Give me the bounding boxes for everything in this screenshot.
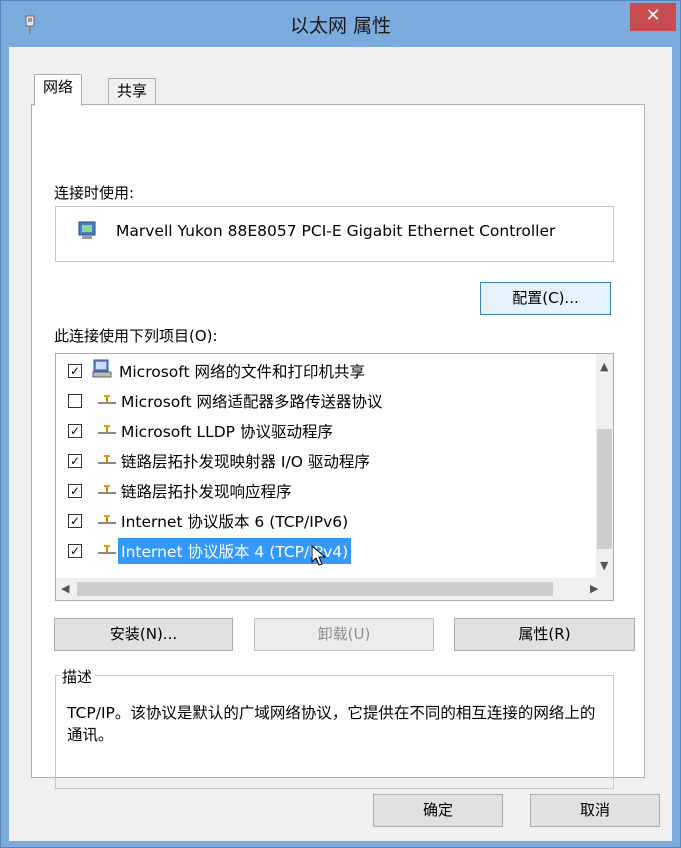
- item-checkbox[interactable]: ✓: [68, 484, 82, 498]
- scroll-right-icon[interactable]: ▶: [590, 582, 598, 595]
- adapter-field: Marvell Yukon 88E8057 PCI-E Gigabit Ethe…: [55, 206, 614, 262]
- install-button[interactable]: 安装(N)...: [54, 618, 233, 651]
- protocol-icon: [98, 425, 116, 434]
- connect-using-label: 连接时使用:: [54, 184, 135, 202]
- title-bar[interactable]: 以太网 属性 ✕: [1, 1, 680, 47]
- item-checkbox[interactable]: ✓: [68, 364, 82, 378]
- protocol-icon: [98, 485, 116, 494]
- description-title: 描述: [60, 666, 95, 687]
- close-icon: ✕: [645, 5, 661, 26]
- tab-sharing-label: 共享: [117, 82, 148, 100]
- description-text: TCP/IP。该协议是默认的广域网络协议，它提供在不同的相互连接的网络上的通讯。: [67, 704, 596, 744]
- protocol-icon: [98, 395, 116, 404]
- items-list[interactable]: ✓ Microsoft 网络的文件和打印机共享 Microsoft 网络适配器多…: [55, 353, 614, 601]
- properties-window: 以太网 属性 ✕ 网络 共享 连接时使用: Marvell Yukon 88E8…: [0, 0, 681, 848]
- list-item[interactable]: ✓ 链路层拓扑发现映射器 I/O 驱动程序: [56, 445, 576, 474]
- protocol-icon: [98, 545, 116, 554]
- horizontal-scrollbar[interactable]: ◀ ▶: [56, 578, 613, 600]
- adapter-name: Marvell Yukon 88E8057 PCI-E Gigabit Ethe…: [116, 222, 556, 240]
- scroll-up-icon[interactable]: ▲: [600, 360, 608, 373]
- item-label: 链路层拓扑发现映射器 I/O 驱动程序: [121, 453, 370, 471]
- dialog-client-area: 网络 共享 连接时使用: Marvell Yukon 88E8057 PCI-E…: [9, 47, 672, 841]
- mouse-cursor-icon: [311, 545, 327, 566]
- item-label: Microsoft 网络的文件和打印机共享: [119, 363, 365, 381]
- tab-panel-network: 连接时使用: Marvell Yukon 88E8057 PCI-E Gigab…: [31, 104, 645, 789]
- protocol-icon: [98, 455, 116, 464]
- items-label: 此连接使用下列项目(O):: [54, 327, 218, 345]
- list-item[interactable]: ✓ Internet 协议版本 4 (TCP/IPv4): [56, 535, 576, 566]
- tab-network[interactable]: 网络: [34, 74, 83, 106]
- horizontal-scroll-thumb[interactable]: [77, 582, 553, 596]
- network-card-icon: [78, 221, 96, 239]
- properties-button[interactable]: 属性(R): [454, 618, 635, 651]
- description-group: TCP/IP。该协议是默认的广域网络协议，它提供在不同的相互连接的网络上的通讯。: [55, 675, 614, 789]
- item-checkbox[interactable]: [68, 394, 82, 408]
- item-checkbox[interactable]: ✓: [68, 514, 82, 528]
- item-label: Microsoft 网络适配器多路传送器协议: [121, 393, 383, 411]
- tab-sharing[interactable]: 共享: [108, 78, 157, 105]
- scroll-down-icon[interactable]: ▼: [600, 559, 608, 572]
- item-label: Microsoft LLDP 协议驱动程序: [121, 423, 333, 441]
- item-checkbox[interactable]: ✓: [68, 454, 82, 468]
- item-label: Internet 协议版本 6 (TCP/IPv6): [121, 513, 349, 531]
- list-item[interactable]: ✓ Internet 协议版本 6 (TCP/IPv6): [56, 505, 576, 534]
- protocol-icon: [98, 515, 116, 524]
- list-item[interactable]: Microsoft 网络适配器多路传送器协议: [56, 385, 576, 414]
- vertical-scroll-thumb[interactable]: [597, 429, 612, 549]
- uninstall-button[interactable]: 卸载(U): [254, 618, 434, 651]
- vertical-scrollbar[interactable]: ▲ ▼: [596, 354, 613, 578]
- item-checkbox[interactable]: ✓: [68, 424, 82, 438]
- close-button[interactable]: ✕: [630, 3, 676, 31]
- cancel-button[interactable]: 取消: [530, 794, 660, 827]
- printer-icon: [92, 359, 112, 378]
- list-item[interactable]: ✓ Microsoft LLDP 协议驱动程序: [56, 415, 576, 444]
- scroll-left-icon[interactable]: ◀: [61, 582, 69, 595]
- ok-button[interactable]: 确定: [373, 794, 503, 827]
- item-label: 链路层拓扑发现响应程序: [121, 483, 292, 501]
- configure-button[interactable]: 配置(C)...: [480, 282, 611, 315]
- list-item[interactable]: ✓ Microsoft 网络的文件和打印机共享: [56, 355, 576, 384]
- item-checkbox[interactable]: ✓: [68, 544, 82, 558]
- window-title: 以太网 属性: [289, 15, 392, 37]
- list-item[interactable]: ✓ 链路层拓扑发现响应程序: [56, 475, 576, 504]
- tab-network-label: 网络: [43, 78, 74, 96]
